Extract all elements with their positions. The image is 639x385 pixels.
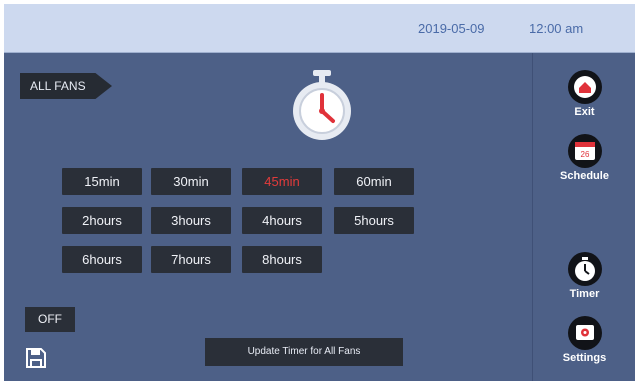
timer-panel: ALL FANS 15min 30min 45min 60min 2hours … [4, 53, 532, 381]
timer-option-8hours[interactable]: 8hours [242, 246, 322, 273]
timer-option-7hours[interactable]: 7hours [151, 246, 231, 273]
timer-option-15min[interactable]: 15min [62, 168, 142, 195]
sidebar-item-exit[interactable]: Exit [533, 69, 635, 118]
svg-text:26: 26 [580, 150, 589, 159]
timer-option-45min[interactable]: 45min [242, 168, 322, 195]
sidebar-item-timer[interactable]: Timer [533, 251, 635, 300]
timer-option-4hours[interactable]: 4hours [242, 207, 322, 234]
sidebar-item-schedule[interactable]: 26 Schedule [533, 133, 635, 182]
gear-icon [567, 316, 602, 350]
save-icon[interactable] [24, 346, 48, 370]
date-display: 2019-05-09 [418, 21, 485, 36]
sidebar-item-label: Timer [569, 288, 600, 300]
time-display: 12:00 am [529, 21, 584, 36]
stopwatch-icon [293, 70, 351, 140]
timer-option-3hours[interactable]: 3hours [151, 207, 231, 234]
calendar-icon: 26 [567, 134, 602, 168]
timer-screen: 2019-05-09 12:00 am ALL FANS 15min 30min… [4, 4, 635, 381]
home-icon [567, 70, 602, 104]
sidebar-item-label: Settings [562, 352, 607, 364]
sidebar-item-settings[interactable]: Settings [533, 315, 635, 364]
sidebar: Exit 26 Schedule Timer Settings [532, 53, 635, 381]
timer-option-60min[interactable]: 60min [334, 168, 414, 195]
status-bar: 2019-05-09 12:00 am [4, 4, 635, 53]
off-button[interactable]: OFF [25, 307, 75, 332]
timer-option-5hours[interactable]: 5hours [334, 207, 414, 234]
timer-option-2hours[interactable]: 2hours [62, 207, 142, 234]
stopwatch-icon [567, 252, 602, 286]
sidebar-item-label: Schedule [560, 170, 609, 182]
timer-option-30min[interactable]: 30min [151, 168, 231, 195]
timer-option-6hours[interactable]: 6hours [62, 246, 142, 273]
update-timer-button[interactable]: Update Timer for All Fans [205, 338, 403, 366]
all-fans-selector[interactable]: ALL FANS [20, 73, 112, 99]
sidebar-item-label: Exit [574, 106, 595, 118]
